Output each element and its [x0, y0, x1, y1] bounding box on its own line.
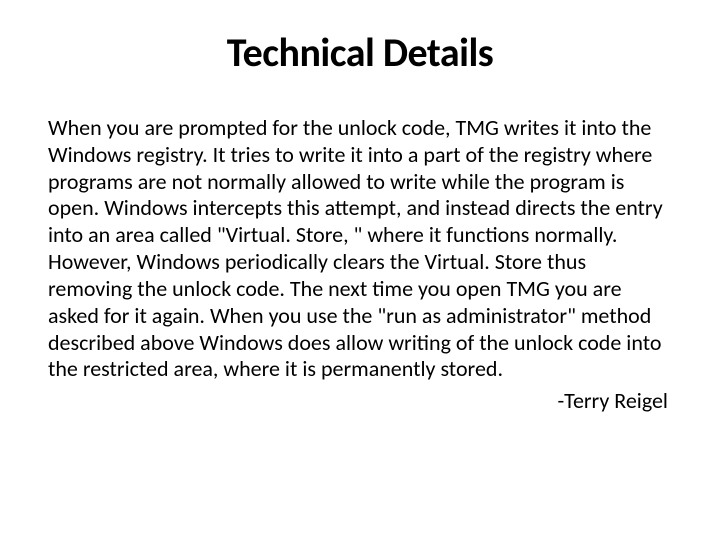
slide-body-text: When you are prompted for the unlock cod… [48, 115, 672, 383]
slide-attribution: -Terry Reigel [48, 387, 672, 414]
slide-title: Technical Details [48, 28, 672, 77]
